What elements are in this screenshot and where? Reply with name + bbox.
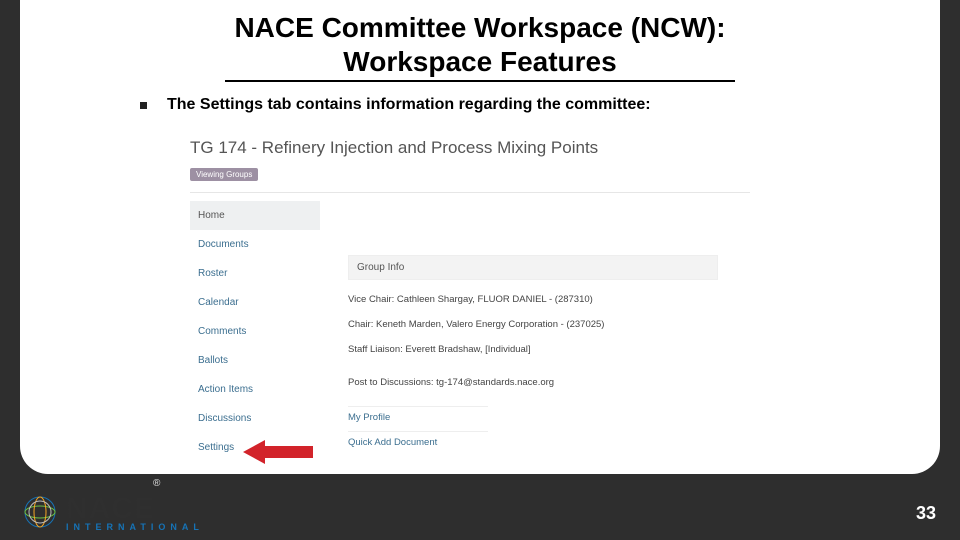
- divider: [190, 192, 750, 193]
- status-badge: Viewing Groups: [190, 168, 258, 181]
- logo-text-block: NACE® INTERNATIONAL: [66, 492, 204, 532]
- bullet-row: The Settings tab contains information re…: [140, 96, 940, 114]
- sub-links: My Profile Quick Add Document: [348, 406, 750, 451]
- logo-globe-icon: [20, 492, 60, 532]
- logo-text: NACE: [66, 492, 155, 525]
- bullet-text: The Settings tab contains information re…: [167, 96, 651, 114]
- page-number: 33: [916, 503, 936, 524]
- sidebar-item-settings[interactable]: Settings: [190, 433, 320, 462]
- link-quick-add-document[interactable]: Quick Add Document: [348, 431, 488, 451]
- sidebar-item-action-items[interactable]: Action Items: [190, 375, 320, 404]
- side-nav: Home Documents Roster Calendar Comments …: [190, 201, 320, 462]
- section-header: Group Info: [348, 255, 718, 280]
- info-line-post: Post to Discussions: tg-174@standards.na…: [348, 373, 750, 392]
- sidebar-item-discussions[interactable]: Discussions: [190, 404, 320, 433]
- info-line-vice-chair: Vice Chair: Cathleen Shargay, FLUOR DANI…: [348, 290, 750, 309]
- title-line-1: NACE Committee Workspace (NCW):: [20, 12, 940, 44]
- screenshot-body: Home Documents Roster Calendar Comments …: [190, 201, 750, 462]
- slide-title: NACE Committee Workspace (NCW): Workspac…: [20, 0, 940, 82]
- info-line-staff-liaison: Staff Liaison: Everett Bradshaw, [Indivi…: [348, 340, 750, 359]
- info-line-chair: Chair: Keneth Marden, Valero Energy Corp…: [348, 315, 750, 334]
- sidebar-item-home[interactable]: Home: [190, 201, 320, 230]
- embedded-screenshot: TG 174 - Refinery Injection and Process …: [190, 138, 750, 464]
- logo: NACE® INTERNATIONAL: [20, 492, 204, 532]
- link-my-profile[interactable]: My Profile: [348, 406, 488, 426]
- logo-registered: ®: [153, 478, 160, 489]
- page-title: TG 174 - Refinery Injection and Process …: [190, 138, 750, 158]
- slide: NACE Committee Workspace (NCW): Workspac…: [0, 0, 960, 540]
- title-line-2: Workspace Features: [225, 46, 735, 82]
- sidebar-item-ballots[interactable]: Ballots: [190, 346, 320, 375]
- sidebar-item-calendar[interactable]: Calendar: [190, 288, 320, 317]
- sidebar-item-roster[interactable]: Roster: [190, 259, 320, 288]
- sidebar-item-documents[interactable]: Documents: [190, 230, 320, 259]
- bullet-icon: [140, 102, 147, 109]
- main-column: Group Info Vice Chair: Cathleen Shargay,…: [320, 201, 750, 462]
- sidebar-item-comments[interactable]: Comments: [190, 317, 320, 346]
- logo-subtext: INTERNATIONAL: [66, 522, 204, 532]
- content-frame: NACE Committee Workspace (NCW): Workspac…: [20, 0, 940, 474]
